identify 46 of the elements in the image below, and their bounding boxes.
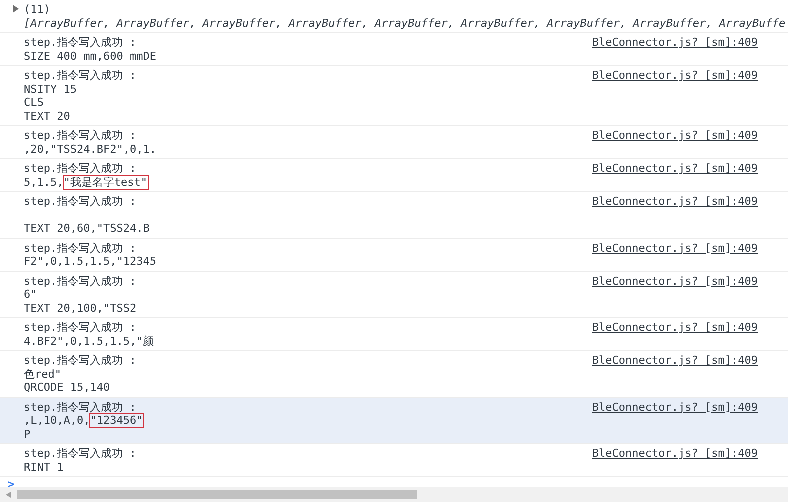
array-preview: [ArrayBuffer, ArrayBuffer, ArrayBuffer, ArrayBuffer, ArrayBuffer, ArrayBuffer, ArrayBuffer, ArrayBuffer, ArrayBuffe (24, 16, 786, 30)
log-message-text: TEXT 20,100,"TSS2 (23, 300, 138, 316)
source-link[interactable]: BleConnector.js? [sm]:409 (592, 129, 758, 143)
log-message-header: step.指令写入成功 : (24, 129, 136, 142)
source-link[interactable]: BleConnector.js? [sm]:409 (592, 447, 758, 461)
scrollbar-thumb[interactable] (17, 490, 417, 499)
scroll-left-arrow-icon[interactable] (6, 492, 12, 498)
source-link[interactable]: BleConnector.js? [sm]:409 (592, 400, 758, 414)
source-link[interactable]: BleConnector.js? [sm]:409 (592, 242, 758, 256)
array-count: (11) (24, 3, 50, 16)
log-message-text: 4.BF2",0,1.5,1.5,"颜 (23, 334, 156, 348)
log-message-header: step.指令写入成功 : (24, 36, 136, 49)
log-message-header: step.指令写入成功 : (24, 321, 136, 334)
source-link[interactable]: BleConnector.js? [sm]:409 (592, 195, 758, 209)
log-message-text: TEXT 20,60,"TSS24.B (23, 221, 151, 236)
log-message-text: SIZE 400 mm,600 mmDE (23, 48, 158, 64)
log-message-text: QRCODE 15,140 (23, 380, 112, 395)
log-message-text: 6" (23, 288, 38, 302)
log-message-text: RINT 1 (23, 460, 65, 474)
source-link[interactable]: BleConnector.js? [sm]:409 (592, 321, 758, 335)
horizontal-scrollbar[interactable] (0, 487, 788, 502)
log-message-text: P (23, 426, 32, 442)
log-message-text: NSITY 15 (23, 82, 78, 96)
log-message-header: step.指令写入成功 : (24, 242, 136, 254)
log-message-header: step.指令写入成功 : (24, 69, 136, 82)
source-link[interactable]: BleConnector.js? [sm]:409 (592, 274, 758, 288)
source-link[interactable]: BleConnector.js? [sm]:409 (592, 69, 758, 83)
source-link[interactable]: BleConnector.js? [sm]:409 (592, 36, 758, 50)
log-message-text: ,20,"TSS24.BF2",0,1. (23, 142, 158, 156)
log-message-text: 5,1.5, (23, 174, 65, 190)
log-message-header: step.指令写入成功 : (24, 195, 136, 208)
log-message-text: F2",0,1.5,1.5,"12345 (23, 254, 158, 269)
expand-triangle-icon[interactable] (12, 5, 20, 13)
source-link[interactable]: BleConnector.js? [sm]:409 (592, 162, 758, 176)
log-message-text: ,L,10,A,0, (23, 414, 92, 428)
highlighted-text: "我是名字test" (62, 174, 148, 190)
log-message-header: step.指令写入成功 : (24, 162, 136, 175)
highlighted-text: "123456" (89, 413, 144, 428)
log-message-header: step.指令写入成功 : (24, 354, 136, 367)
log-message-header: step.指令写入成功 : (24, 274, 136, 288)
log-message-text: TEXT 20 (23, 108, 72, 124)
log-message-header: step.指令写入成功 : (24, 447, 136, 460)
source-link[interactable]: BleConnector.js? [sm]:409 (592, 354, 758, 368)
log-message-text: 色red" (23, 366, 62, 382)
log-message-text: CLS (23, 95, 45, 110)
log-message-header: step.指令写入成功 : (24, 400, 136, 414)
